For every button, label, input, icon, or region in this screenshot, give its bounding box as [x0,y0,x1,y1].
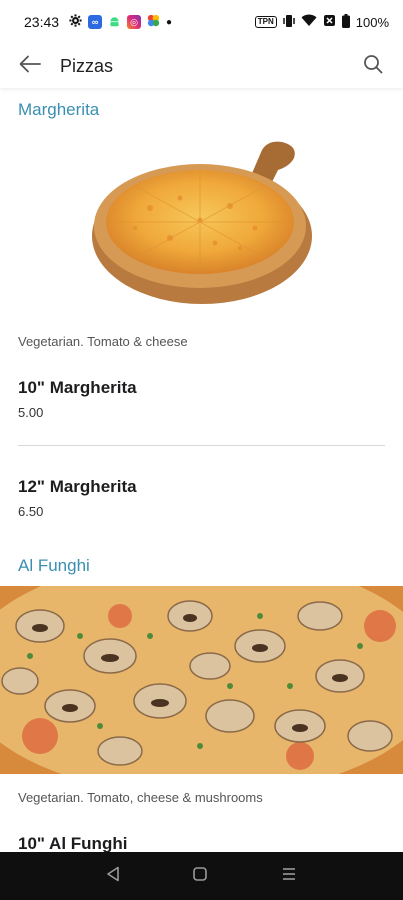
al-funghi-image [0,586,403,774]
section-description: Vegetarian. Tomato & cheese [18,334,188,349]
back-button[interactable] [0,44,60,88]
nav-home-icon[interactable] [192,866,208,887]
item-name: 10" Margherita [18,378,137,397]
nav-back-icon[interactable] [106,866,120,887]
app-bar: Pizzas [0,44,403,88]
vpn-badge: TPN [254,16,277,28]
search-button[interactable] [343,44,403,88]
instagram-icon: ◎ [127,15,142,29]
nav-recents-icon[interactable] [281,866,297,887]
page-title: Pizzas [60,55,114,76]
menu-list[interactable]: Margherita Vegetarian. Tomato & cheese 1… [0,88,403,852]
section-description: Vegetarian. Tomato, cheese & mushrooms [18,790,263,805]
arrow-left-icon [19,55,41,78]
gear-icon [69,14,82,30]
status-right: TPN 100% [254,13,389,31]
vibrate-icon [283,14,295,31]
section-title-al-funghi: Al Funghi [18,556,90,575]
meta-icon: ∞ [88,15,103,29]
item-price: 6.50 [18,504,44,519]
battery-icon [341,13,350,31]
no-sim-icon [323,14,336,30]
system-nav-bar [0,852,403,900]
wifi-icon [301,14,317,30]
divider [18,445,385,446]
item-price: 5.00 [18,405,44,420]
android-icon [108,14,121,30]
battery-percent: 100% [355,14,389,30]
search-icon [363,54,383,79]
status-bar: 23:43 ∞ ◎ ● TPN 100% [0,0,403,44]
margherita-image [0,128,403,318]
section-title-margherita: Margherita [18,100,100,119]
dot-icon: ● [166,16,173,28]
item-name: 10" Al Funghi [18,834,128,852]
status-left: 23:43 ∞ ◎ ● [24,14,172,30]
status-time: 23:43 [24,14,60,30]
photos-icon [147,14,160,30]
item-name: 12" Margherita [18,477,137,496]
